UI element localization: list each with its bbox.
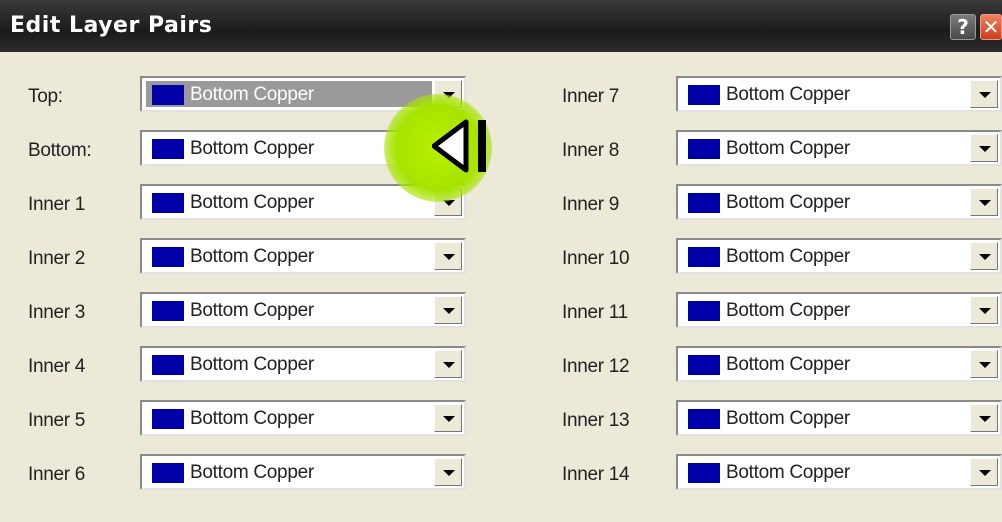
combo-inner-12[interactable]: Bottom Copper (676, 346, 1002, 382)
help-button[interactable]: ? (950, 14, 976, 40)
combo-value: Bottom Copper (726, 192, 850, 213)
combo-value: Bottom Copper (726, 408, 850, 429)
dropdown-arrow-icon[interactable] (970, 350, 998, 378)
label-top: Top: (28, 86, 63, 107)
combo-value: Bottom Copper (726, 462, 850, 483)
combo-inner-14[interactable]: Bottom Copper (676, 454, 1002, 490)
color-swatch (152, 355, 184, 375)
combo-inner-11[interactable]: Bottom Copper (676, 292, 1002, 328)
label-inner-3: Inner 3 (28, 302, 86, 323)
combo-inner-6[interactable]: Bottom Copper (140, 454, 466, 490)
combo-value: Bottom Copper (190, 354, 314, 375)
label-inner-4: Inner 4 (28, 356, 86, 377)
dropdown-arrow-icon[interactable] (434, 350, 462, 378)
dropdown-arrow-icon[interactable] (970, 134, 998, 162)
label-inner-7: Inner 7 (562, 86, 620, 107)
combo-value: Bottom Copper (190, 408, 314, 429)
color-swatch (152, 85, 184, 105)
label-inner-9: Inner 9 (562, 194, 620, 215)
dropdown-arrow-icon[interactable] (970, 80, 998, 108)
combo-value: Bottom Copper (190, 300, 314, 321)
label-bottom: Bottom: (28, 140, 92, 161)
combo-value: Bottom Copper (726, 138, 850, 159)
dropdown-arrow-icon[interactable] (434, 458, 462, 486)
combo-value: Bottom Copper (190, 246, 314, 267)
color-swatch (688, 85, 720, 105)
color-swatch (152, 409, 184, 429)
label-inner-1: Inner 1 (28, 194, 86, 215)
pointer-cursor-icon (432, 119, 486, 173)
dropdown-arrow-icon[interactable] (970, 242, 998, 270)
label-inner-13: Inner 13 (562, 410, 630, 431)
combo-inner-8[interactable]: Bottom Copper (676, 130, 1002, 166)
combo-value: Bottom Copper (726, 84, 850, 105)
color-swatch (152, 139, 184, 159)
close-button[interactable]: ✕ (980, 14, 1002, 40)
dropdown-arrow-icon[interactable] (970, 188, 998, 216)
color-swatch (152, 301, 184, 321)
combo-inner-7[interactable]: Bottom Copper (676, 76, 1002, 112)
combo-inner-9[interactable]: Bottom Copper (676, 184, 1002, 220)
combo-value: Bottom Copper (190, 462, 314, 483)
dialog-title: Edit Layer Pairs (10, 13, 213, 38)
dropdown-arrow-icon[interactable] (970, 404, 998, 432)
combo-inner-13[interactable]: Bottom Copper (676, 400, 1002, 436)
combo-inner-4[interactable]: Bottom Copper (140, 346, 466, 382)
label-inner-11: Inner 11 (562, 302, 628, 323)
combo-value: Bottom Copper (726, 354, 850, 375)
label-inner-6: Inner 6 (28, 464, 86, 485)
color-swatch (152, 463, 184, 483)
combo-value: Bottom Copper (726, 300, 850, 321)
combo-inner-3[interactable]: Bottom Copper (140, 292, 466, 328)
label-inner-12: Inner 12 (562, 356, 630, 377)
dropdown-arrow-icon[interactable] (970, 296, 998, 324)
label-inner-5: Inner 5 (28, 410, 86, 431)
label-inner-10: Inner 10 (562, 248, 630, 269)
color-swatch (688, 463, 720, 483)
color-swatch (688, 409, 720, 429)
combo-inner-10[interactable]: Bottom Copper (676, 238, 1002, 274)
label-inner-14: Inner 14 (562, 464, 630, 485)
color-swatch (688, 139, 720, 159)
label-inner-2: Inner 2 (28, 248, 86, 269)
combo-inner-5[interactable]: Bottom Copper (140, 400, 466, 436)
combo-value: Bottom Copper (190, 138, 314, 159)
color-swatch (688, 193, 720, 213)
color-swatch (688, 301, 720, 321)
combo-value: Bottom Copper (726, 246, 850, 267)
color-swatch (152, 247, 184, 267)
combo-value: Bottom Copper (190, 192, 314, 213)
title-bar[interactable]: Edit Layer Pairs ? ✕ (0, 0, 1002, 52)
color-swatch (152, 193, 184, 213)
dropdown-arrow-icon[interactable] (434, 242, 462, 270)
combo-value: Bottom Copper (190, 84, 314, 105)
color-swatch (688, 247, 720, 267)
color-swatch (688, 355, 720, 375)
label-inner-8: Inner 8 (562, 140, 620, 161)
dropdown-arrow-icon[interactable] (434, 296, 462, 324)
dropdown-arrow-icon[interactable] (970, 458, 998, 486)
combo-inner-2[interactable]: Bottom Copper (140, 238, 466, 274)
dropdown-arrow-icon[interactable] (434, 404, 462, 432)
combo-selection: Bottom Copper (146, 81, 432, 107)
